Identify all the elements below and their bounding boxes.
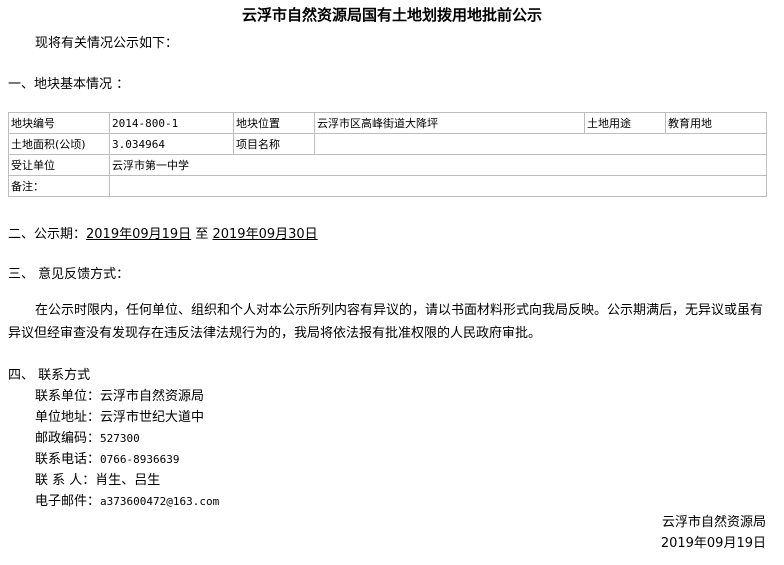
page-title: 云浮市自然资源局国有土地划拨用地批前公示 — [241, 6, 542, 24]
parcel-number-label: 地块编号 — [8, 112, 110, 134]
land-info-table: 地块编号 2014-800-1 地块位置 云浮市区高峰街道大降坪 土地用途 教育… — [8, 112, 767, 197]
email-label: 电子邮件： — [35, 494, 101, 509]
email-value: a373600472@163.com — [100, 495, 220, 508]
parcel-location-label: 地块位置 — [233, 112, 315, 134]
section3-heading: 三、 意见反馈方式： — [8, 267, 130, 282]
land-area-label: 土地面积(公顷) — [8, 133, 110, 155]
table-row: 受让单位 云浮市第一中学 — [8, 154, 767, 176]
contact-address: 单位地址：云浮市世纪大道中 — [35, 410, 205, 425]
project-name-label: 项目名称 — [233, 133, 315, 155]
assignee-value: 云浮市第一中学 — [109, 154, 767, 176]
table-row: 地块编号 2014-800-1 地块位置 云浮市区高峰街道大降坪 土地用途 教育… — [8, 112, 767, 134]
remarks-value — [109, 175, 767, 197]
parcel-location-value: 云浮市区高峰街道大降坪 — [314, 112, 585, 134]
postcode-label: 邮政编码： — [35, 431, 101, 446]
assignee-label: 受让单位 — [8, 154, 110, 176]
postcode-value: 527300 — [100, 432, 140, 445]
feedback-paragraph: 在公示时限内，任何单位、组织和个人对本公示所列内容有异议的，请以书面材料形式向我… — [8, 303, 764, 341]
contact-person: 联 系 人：肖生、吕生 — [35, 473, 161, 488]
contact-postcode: 邮政编码：527300 — [35, 427, 140, 446]
table-row: 土地面积(公顷) 3.034964 项目名称 — [8, 133, 767, 155]
contact-unit: 联系单位：云浮市自然资源局 — [35, 389, 205, 404]
period-end-date: 2019年09月30日 — [212, 227, 318, 242]
intro-text: 现将有关情况公示如下： — [35, 36, 179, 51]
period-separator: 至 — [195, 227, 209, 242]
table-row: 备注： — [8, 175, 767, 197]
land-use-value: 教育用地 — [665, 112, 767, 134]
footer-date: 2019年09月19日 — [660, 536, 766, 551]
period-start-date: 2019年09月19日 — [86, 227, 192, 242]
section2-publicity-period: 二、公示期：2019年09月19日 至 2019年09月30日 — [8, 223, 318, 242]
phone-value: 0766-8936639 — [100, 453, 180, 466]
section2-prefix: 二、公示期： — [8, 227, 87, 242]
section1-heading: 一、地块基本情况 ： — [8, 77, 130, 92]
land-use-label: 土地用途 — [584, 112, 666, 134]
contact-email: 电子邮件：a373600472@163.com — [35, 490, 219, 509]
footer-org: 云浮市自然资源局 — [661, 515, 766, 530]
section4-heading: 四、 联系方式 — [8, 368, 91, 383]
parcel-number-value: 2014-800-1 — [109, 112, 234, 134]
land-area-value: 3.034964 — [109, 133, 234, 155]
contact-phone: 联系电话：0766-8936639 — [35, 448, 180, 467]
remarks-label: 备注： — [8, 175, 110, 197]
project-name-value — [314, 133, 767, 155]
phone-label: 联系电话： — [35, 452, 101, 467]
